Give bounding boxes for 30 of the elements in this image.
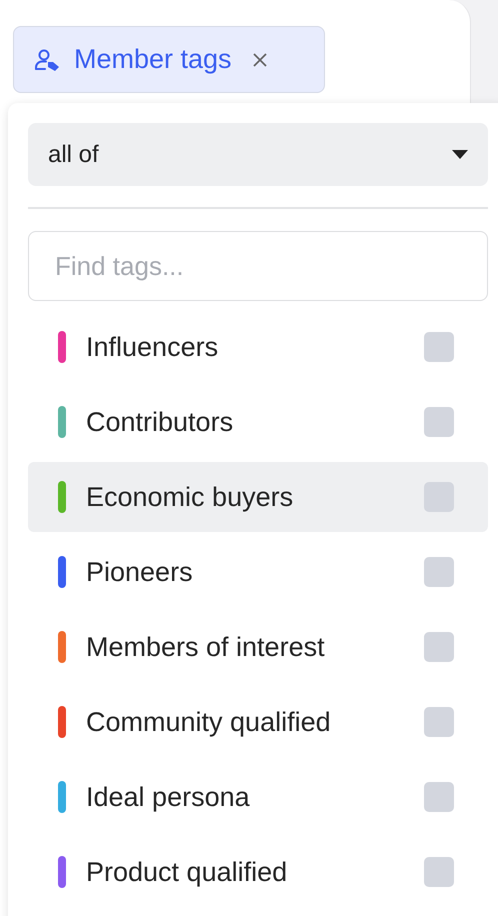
- tag-label: Members of interest: [86, 632, 326, 662]
- tag-label: Pioneers: [86, 556, 194, 588]
- close-icon[interactable]: [252, 52, 268, 68]
- user-tag-icon: [34, 48, 62, 72]
- tag-option[interactable]: Economic buyers: [28, 462, 488, 532]
- tag-label: Contributors: [86, 406, 234, 438]
- member-tags-filter-chip[interactable]: Member tags: [13, 26, 325, 93]
- checkbox[interactable]: [424, 332, 454, 362]
- caret-icon: [452, 150, 468, 160]
- checkbox[interactable]: [424, 632, 454, 662]
- checkbox[interactable]: [424, 557, 454, 587]
- tag-option[interactable]: Community qualified: [28, 687, 488, 757]
- tag-label: Economic buyers: [86, 482, 294, 512]
- checkbox[interactable]: [424, 857, 454, 887]
- tag-option[interactable]: Ideal persona: [28, 762, 488, 832]
- tag-label: Product qualified: [86, 856, 288, 888]
- tag-option[interactable]: Members of interest: [28, 612, 488, 682]
- checkbox[interactable]: [424, 407, 454, 437]
- tag-label: Influencers: [86, 332, 220, 362]
- tag-label: Community qualified: [86, 706, 332, 738]
- tag-label: Ideal persona: [86, 782, 251, 812]
- checkbox[interactable]: [424, 782, 454, 812]
- search-field[interactable]: Find tags...: [28, 231, 488, 301]
- match-mode-select[interactable]: all of: [28, 123, 488, 186]
- tag-option[interactable]: Contributors: [28, 387, 488, 457]
- checkbox[interactable]: [424, 707, 454, 737]
- checkbox[interactable]: [424, 482, 454, 512]
- tag-option[interactable]: Product qualified: [28, 837, 488, 907]
- tag-option[interactable]: Pioneers: [28, 537, 488, 607]
- tag-option[interactable]: Influencers: [28, 312, 488, 382]
